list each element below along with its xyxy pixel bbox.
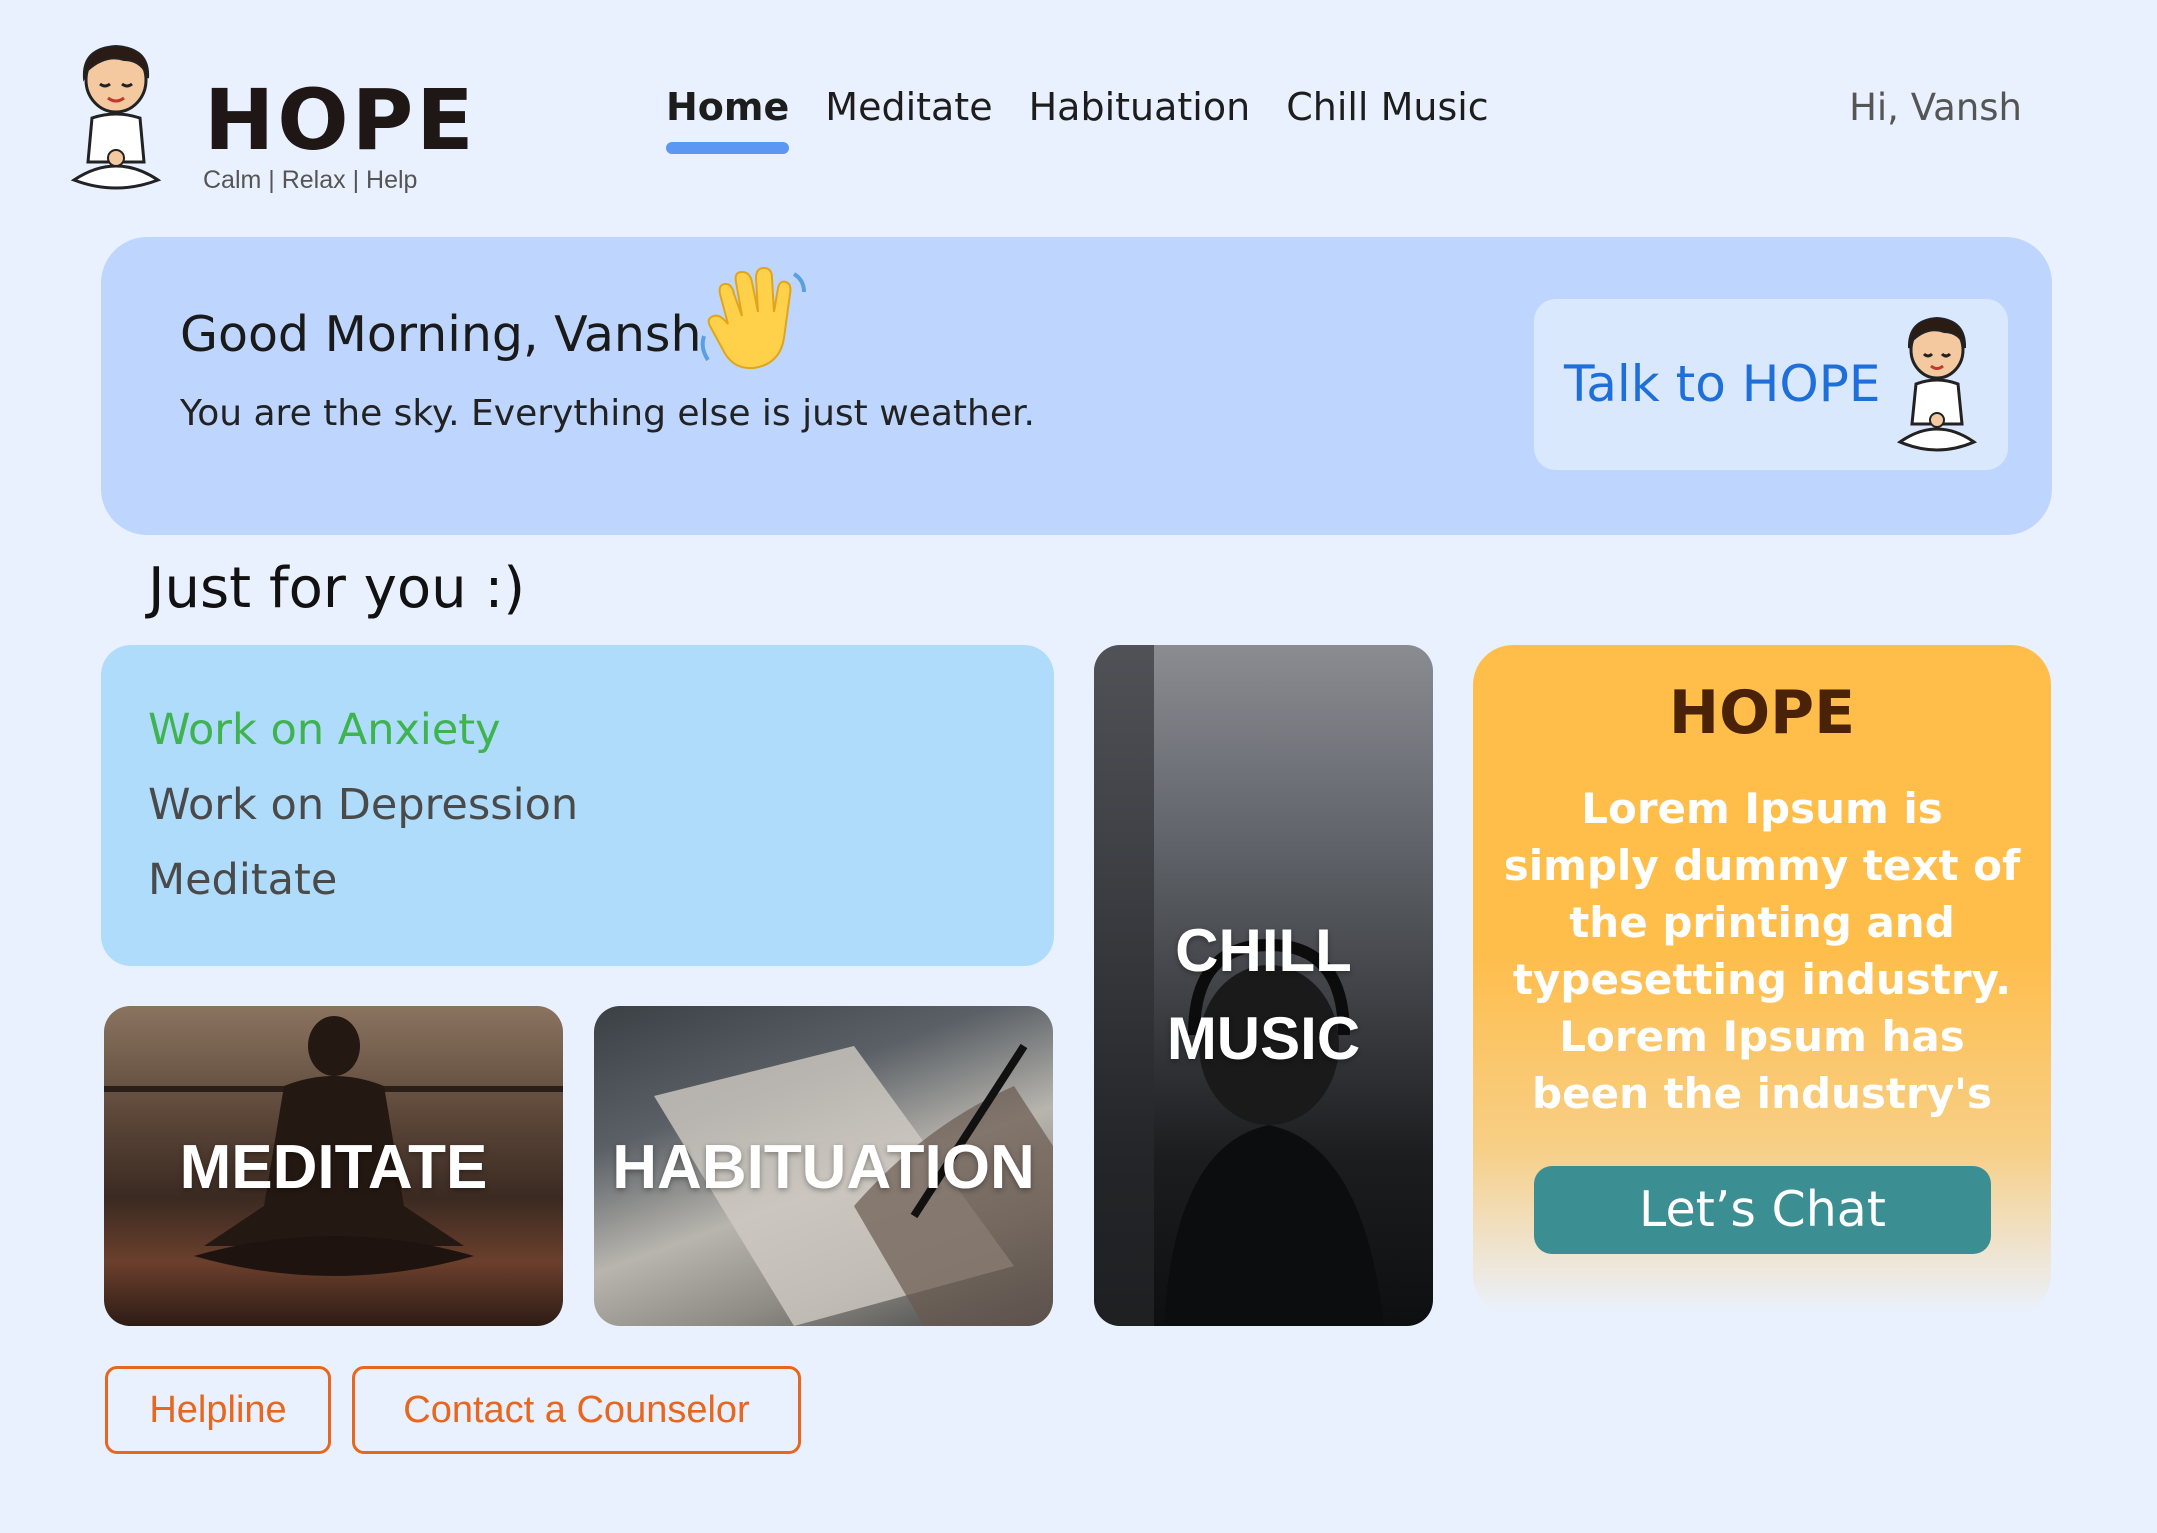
focus-item-meditate[interactable]: Meditate	[148, 855, 337, 905]
hope-card-body: Lorem Ipsum is simply dummy text of the …	[1503, 784, 2021, 1118]
contact-counselor-button[interactable]: Contact a Counselor	[352, 1366, 801, 1454]
brand-title: HOPE	[204, 71, 477, 169]
habituation-tile-label: HABITUATION	[612, 1133, 1035, 1202]
hero-greeting: Good Morning, Vansh	[180, 306, 702, 363]
nav-habituation[interactable]: Habituation	[1029, 82, 1251, 132]
chill-music-tile[interactable]: CHILL MUSIC	[1094, 645, 1433, 1326]
nav-home[interactable]: Home	[666, 82, 790, 154]
hero-quote: You are the sky. Everything else is just…	[180, 393, 1035, 434]
talk-to-hope-label[interactable]: Talk to HOPE	[1564, 355, 1880, 413]
brand-tagline: Calm | Relax | Help	[203, 166, 418, 194]
hope-card-title: HOPE	[1668, 678, 1856, 748]
chill-music-tile-label: CHILL MUSIC	[1094, 907, 1433, 1083]
hope-avatar-icon	[1896, 316, 1978, 452]
section-title: Just for you :)	[148, 556, 526, 621]
nav-meditate[interactable]: Meditate	[825, 82, 992, 132]
user-greeting[interactable]: Hi, Vansh	[1849, 86, 2022, 129]
meditate-tile[interactable]: MEDITATE	[104, 1006, 563, 1326]
main-nav: Home Meditate Habituation Chill Music	[666, 82, 1489, 154]
lets-chat-button[interactable]: Let’s Chat	[1534, 1166, 1991, 1254]
meditate-tile-label: MEDITATE	[179, 1133, 488, 1202]
waving-hand-icon	[700, 266, 806, 370]
logo-avatar-icon	[70, 44, 162, 190]
focus-item-depression[interactable]: Work on Depression	[148, 780, 578, 830]
focus-item-anxiety[interactable]: Work on Anxiety	[148, 705, 501, 755]
helpline-button[interactable]: Helpline	[105, 1366, 331, 1454]
nav-chill-music[interactable]: Chill Music	[1286, 82, 1489, 132]
chill-music-line2: MUSIC	[1166, 1005, 1361, 1072]
chill-music-line1: CHILL	[1175, 917, 1352, 984]
habituation-tile[interactable]: HABITUATION	[594, 1006, 1053, 1326]
